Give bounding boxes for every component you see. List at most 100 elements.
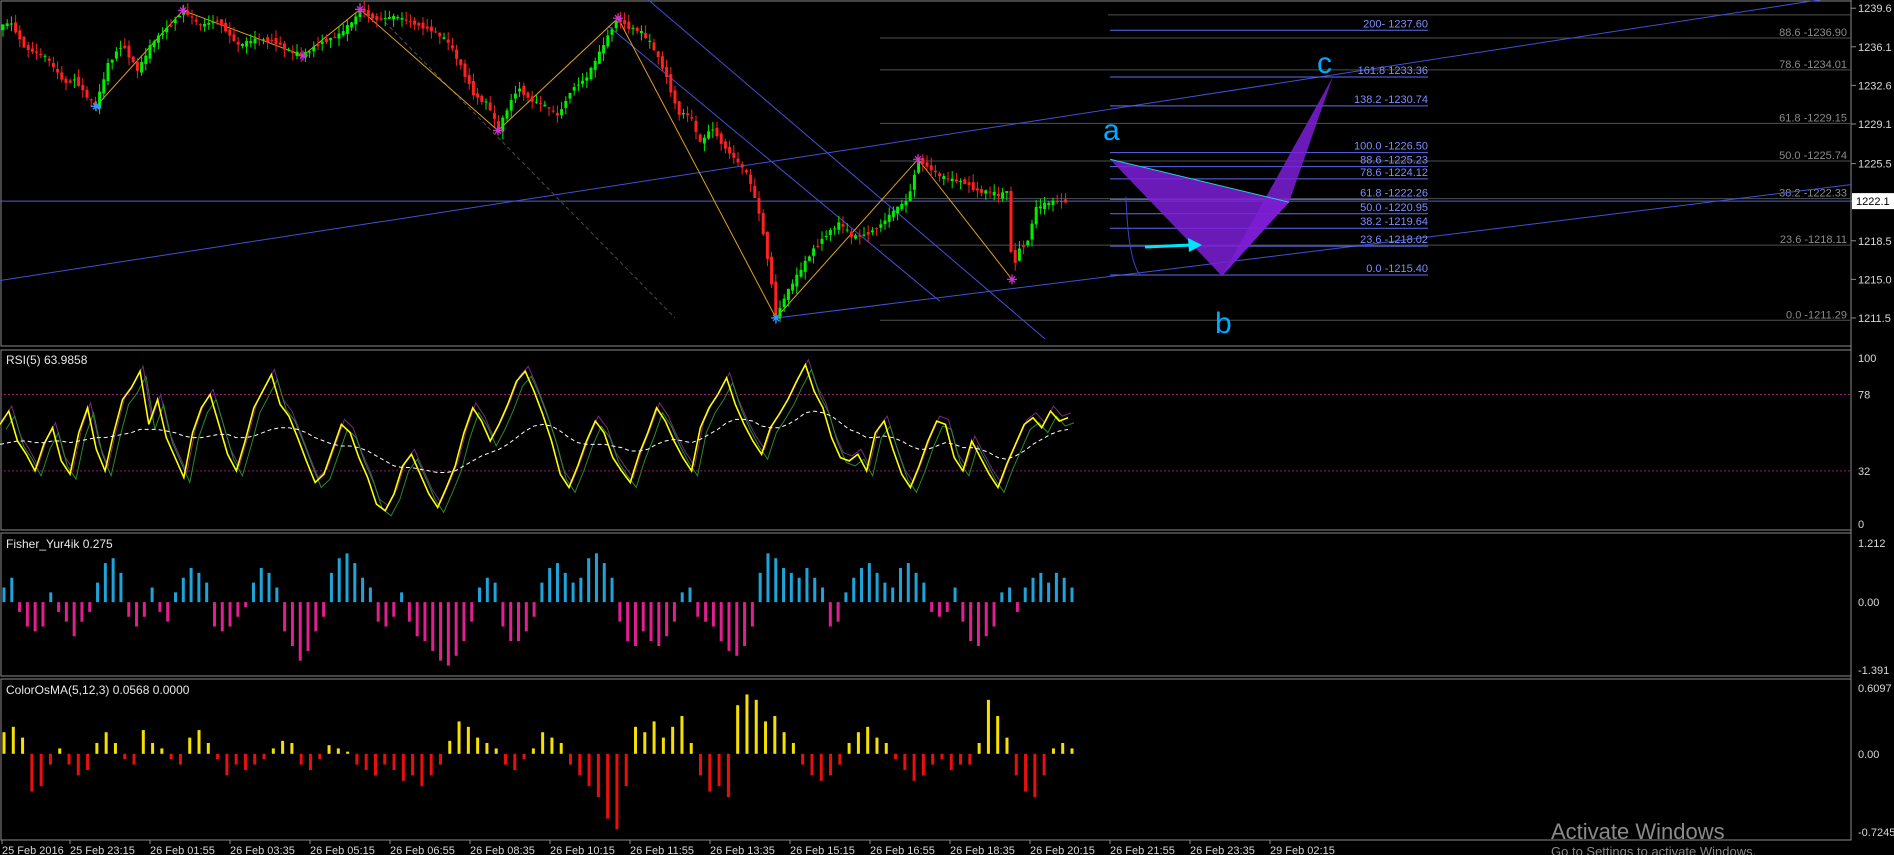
candle-body	[849, 231, 853, 237]
candle-body	[522, 85, 526, 95]
fisher-bar	[735, 602, 739, 656]
fisher-bar	[158, 602, 162, 612]
time-tick-label: 26 Feb 20:15	[1030, 845, 1095, 855]
fisher-bar	[423, 602, 427, 642]
fisher-bar	[898, 567, 902, 603]
candle-body	[14, 22, 18, 33]
candle-body	[228, 29, 232, 36]
candle-body	[959, 181, 963, 183]
candle-body	[324, 38, 328, 42]
osma-bar	[1042, 753, 1046, 776]
candle-body	[677, 101, 681, 115]
osma-bar	[11, 726, 15, 754]
candle-body	[719, 133, 723, 144]
candle-body	[173, 19, 177, 24]
fisher-bar	[782, 567, 786, 603]
fisher-bar	[532, 602, 536, 617]
candle-body	[135, 61, 139, 71]
osma-bar	[2, 732, 6, 754]
time-tick-label: 26 Feb 11:55	[630, 845, 694, 855]
candle-body	[425, 26, 429, 29]
fisher-bar	[41, 602, 45, 627]
candle-body	[102, 79, 106, 94]
candle-body	[1064, 199, 1068, 203]
candle-body	[560, 109, 564, 116]
fisher-bar	[49, 592, 53, 603]
osma-bar	[578, 753, 582, 776]
candle-body	[896, 206, 900, 214]
fisher-bar	[439, 602, 443, 661]
candle-body	[648, 40, 652, 42]
candle-body	[320, 41, 324, 44]
candle-body	[971, 182, 975, 191]
osma-bar	[364, 753, 368, 770]
candle-body	[152, 41, 156, 48]
candle-body	[690, 117, 694, 119]
candle-body	[803, 260, 807, 272]
rsi-tick-label: 100	[1858, 353, 1876, 365]
osma-bar	[299, 753, 303, 765]
osma-bar	[411, 753, 415, 776]
fisher-bar	[376, 602, 380, 622]
candle-body	[1055, 201, 1059, 203]
fisher-bar	[353, 563, 357, 603]
candle-body	[681, 113, 685, 115]
candle-body	[568, 92, 572, 99]
candle-body	[60, 72, 64, 80]
candle-body	[770, 256, 774, 285]
candle-body	[350, 22, 354, 28]
candle-body	[933, 170, 937, 173]
osma-bar	[541, 732, 545, 754]
candle-body	[177, 15, 181, 18]
osma-bar	[1014, 753, 1018, 776]
candle-body	[266, 37, 270, 43]
osma-bar	[522, 753, 526, 760]
candle-body	[686, 113, 690, 116]
fib-right-label: 78.6 -1234.01	[1779, 59, 1847, 71]
candle-body	[673, 90, 677, 104]
candle-body	[1047, 202, 1051, 206]
osma-bar	[1024, 753, 1028, 792]
osma-bar	[30, 753, 34, 792]
osma-bar	[838, 753, 842, 765]
candle-body	[589, 67, 593, 80]
osma-bar	[206, 743, 210, 754]
candle-body	[198, 24, 202, 26]
candle-body	[270, 40, 274, 42]
fisher-bar	[259, 567, 263, 603]
osma-bar	[494, 748, 498, 754]
candle-body	[492, 112, 496, 119]
osma-bar	[680, 716, 684, 754]
fisher-bar	[844, 592, 848, 603]
fisher-bar	[197, 572, 201, 603]
fisher-bar	[719, 602, 723, 642]
candle-body	[308, 51, 312, 53]
candle-body	[442, 37, 446, 39]
osma-bar	[596, 753, 600, 797]
candle-body	[715, 127, 719, 137]
rsi-tick-label: 0	[1858, 519, 1864, 531]
wave-label-a: a	[1103, 114, 1120, 147]
osma-bar	[243, 753, 247, 770]
fisher-bar	[509, 602, 513, 642]
fisher-bar	[135, 602, 139, 627]
candle-body	[942, 176, 946, 179]
osma-bar	[986, 699, 990, 754]
fisher-bar	[618, 602, 622, 622]
osma-bar	[1070, 748, 1074, 754]
osma-bar	[346, 751, 350, 754]
candle-body	[992, 191, 996, 196]
osma-bar	[253, 753, 257, 765]
rsi-title: RSI(5) 63.9858	[6, 353, 88, 367]
candle-body	[757, 198, 761, 214]
fisher-bar	[283, 602, 287, 632]
candle-body	[875, 228, 879, 230]
candle-body	[148, 45, 152, 59]
fisher-bar	[212, 602, 216, 627]
candle-body	[467, 75, 471, 84]
candle-body	[282, 43, 286, 50]
candle-body	[114, 51, 118, 59]
candle-body	[1013, 249, 1017, 263]
candle-body	[581, 80, 585, 84]
candle-body	[110, 59, 114, 63]
